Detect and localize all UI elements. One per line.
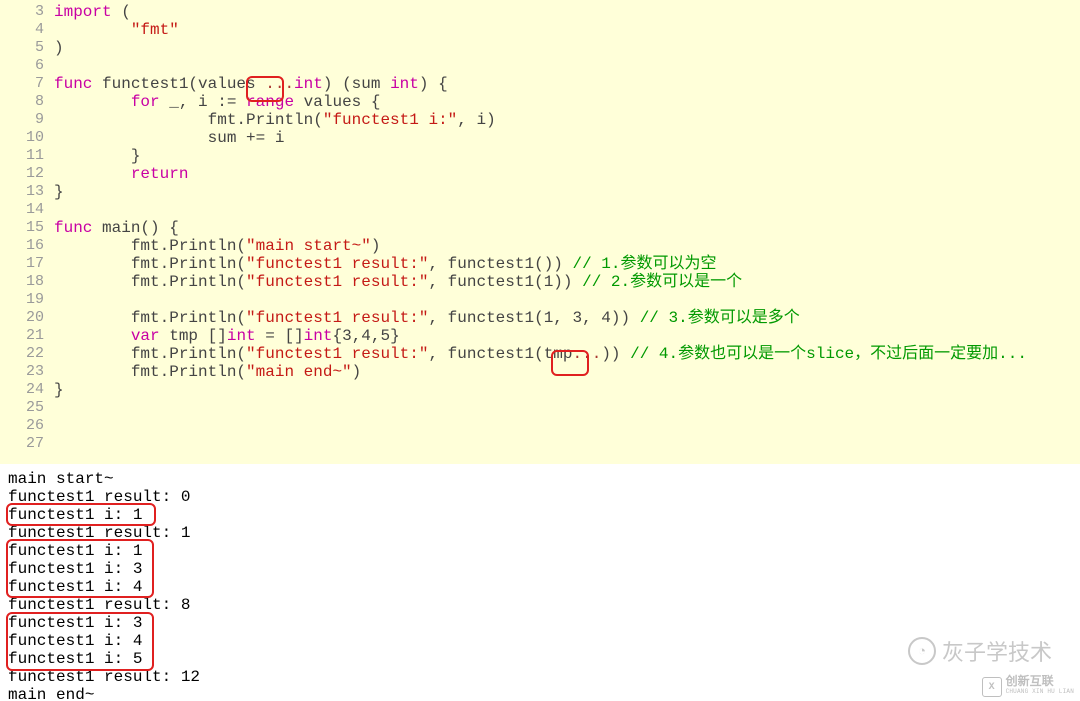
output-line: main start~ (8, 470, 1080, 488)
output-line: functest1 i: 3 (8, 560, 1080, 578)
code-content: } (54, 381, 64, 399)
code-line: 9 fmt.Println("functest1 i:", i) (0, 111, 1080, 129)
site-logo-icon: X (982, 677, 1002, 697)
line-number: 3 (0, 3, 54, 21)
code-editor-pane: 3import (4 "fmt"5)67func functest1(value… (0, 0, 1080, 464)
code-line: 7func functest1(values ...int) (sum int)… (0, 75, 1080, 93)
code-line: 6 (0, 57, 1080, 75)
code-content: fmt.Println("functest1 i:", i) (54, 111, 496, 129)
line-number: 17 (0, 255, 54, 273)
line-number: 24 (0, 381, 54, 399)
code-line: 19 (0, 291, 1080, 309)
code-content: fmt.Println("functest1 result:", functes… (54, 273, 742, 291)
code-line: 21 var tmp []int = []int{3,4,5} (0, 327, 1080, 345)
code-line: 4 "fmt" (0, 21, 1080, 39)
line-number: 6 (0, 57, 54, 75)
code-content: fmt.Println("functest1 result:", functes… (54, 255, 717, 273)
code-content: var tmp []int = []int{3,4,5} (54, 327, 400, 345)
code-content: fmt.Println("main end~") (54, 363, 361, 381)
output-line: functest1 i: 1 (8, 542, 1080, 560)
output-line: functest1 i: 1 (8, 506, 1080, 524)
code-line: 15func main() { (0, 219, 1080, 237)
code-line: 18 fmt.Println("functest1 result:", func… (0, 273, 1080, 291)
line-number: 27 (0, 435, 54, 453)
code-line: 3import ( (0, 3, 1080, 21)
code-content: for _, i := range values { (54, 93, 380, 111)
line-number: 7 (0, 75, 54, 93)
line-number: 23 (0, 363, 54, 381)
code-content: } (54, 147, 140, 165)
line-number: 14 (0, 201, 54, 219)
code-line: 11 } (0, 147, 1080, 165)
site-watermark-sub: CHUANG XIN HU LIAN (1006, 687, 1074, 697)
line-number: 5 (0, 39, 54, 57)
code-line: 16 fmt.Println("main start~") (0, 237, 1080, 255)
output-line: main end~ (8, 686, 1080, 701)
code-content: fmt.Println("main start~") (54, 237, 380, 255)
code-content: fmt.Println("functest1 result:", functes… (54, 345, 1027, 363)
site-watermark: X 创新互联 CHUANG XIN HU LIAN (982, 677, 1074, 697)
code-line: 20 fmt.Println("functest1 result:", func… (0, 309, 1080, 327)
code-line: 14 (0, 201, 1080, 219)
code-content: return (54, 165, 188, 183)
code-line: 10 sum += i (0, 129, 1080, 147)
code-content: sum += i (54, 129, 284, 147)
code-line: 12 return (0, 165, 1080, 183)
code-content: ) (54, 39, 64, 57)
output-line: functest1 i: 3 (8, 614, 1080, 632)
code-line: 24} (0, 381, 1080, 399)
line-number: 9 (0, 111, 54, 129)
line-number: 21 (0, 327, 54, 345)
line-number: 10 (0, 129, 54, 147)
code-content: import ( (54, 3, 131, 21)
line-number: 19 (0, 291, 54, 309)
output-line: functest1 i: 4 (8, 578, 1080, 596)
line-number: 25 (0, 399, 54, 417)
output-line: functest1 result: 8 (8, 596, 1080, 614)
code-line: 23 fmt.Println("main end~") (0, 363, 1080, 381)
code-line: 26 (0, 417, 1080, 435)
line-number: 18 (0, 273, 54, 291)
line-number: 26 (0, 417, 54, 435)
wechat-watermark-text: 灰子学技术 (942, 635, 1052, 667)
output-line: functest1 result: 1 (8, 524, 1080, 542)
line-number: 22 (0, 345, 54, 363)
line-number: 15 (0, 219, 54, 237)
code-line: 13} (0, 183, 1080, 201)
line-number: 11 (0, 147, 54, 165)
line-number: 13 (0, 183, 54, 201)
line-number: 12 (0, 165, 54, 183)
code-content: "fmt" (54, 21, 179, 39)
wechat-watermark: ◔ 灰子学技术 (908, 635, 1052, 667)
wechat-icon: ◔ (908, 637, 936, 665)
code-line: 22 fmt.Println("functest1 result:", func… (0, 345, 1080, 363)
code-content: fmt.Println("functest1 result:", functes… (54, 309, 800, 327)
line-number: 20 (0, 309, 54, 327)
code-line: 5) (0, 39, 1080, 57)
code-line: 8 for _, i := range values { (0, 93, 1080, 111)
code-content: } (54, 183, 64, 201)
output-line: functest1 result: 0 (8, 488, 1080, 506)
site-watermark-main: 创新互联 (1006, 677, 1074, 687)
output-line: functest1 result: 12 (8, 668, 1080, 686)
line-number: 16 (0, 237, 54, 255)
code-content: func main() { (54, 219, 179, 237)
code-line: 25 (0, 399, 1080, 417)
code-content: func functest1(values ...int) (sum int) … (54, 75, 448, 93)
line-number: 8 (0, 93, 54, 111)
code-line: 27 (0, 435, 1080, 453)
code-line: 17 fmt.Println("functest1 result:", func… (0, 255, 1080, 273)
line-number: 4 (0, 21, 54, 39)
